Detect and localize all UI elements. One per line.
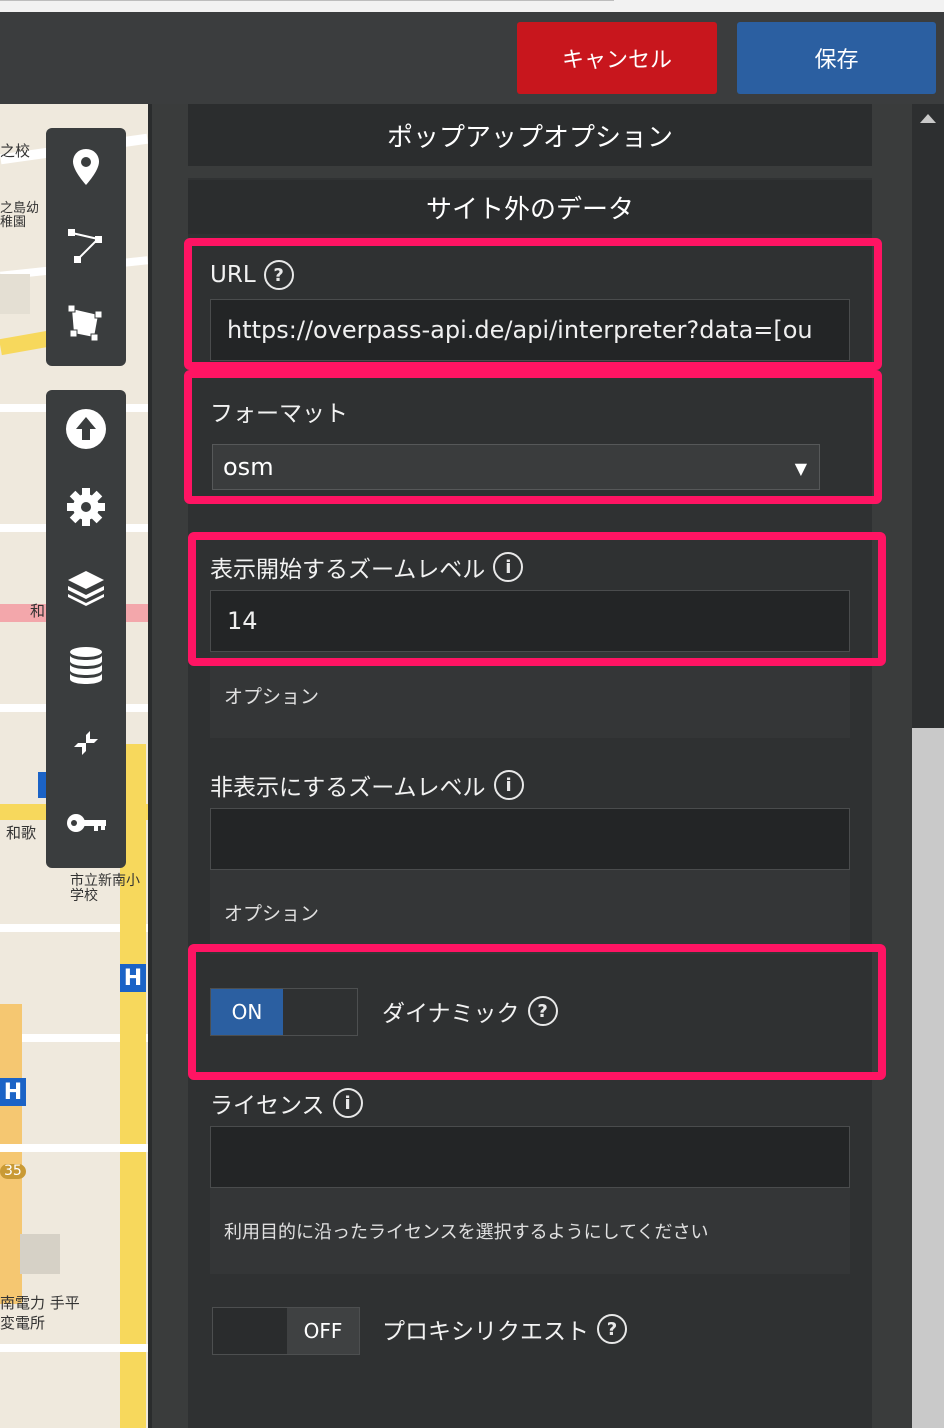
proxy-label: プロキシリクエスト ? [382,1312,627,1346]
map-label: 之校 [0,142,31,160]
import-tool[interactable] [46,394,126,464]
map-label: 之島幼稚園 [0,201,40,230]
toggle-knob [213,1308,287,1354]
proxy-label-text: プロキシリクエスト [382,1319,589,1345]
polygon-tool[interactable] [46,288,126,358]
panel-scrollbar[interactable] [912,104,944,1428]
key-icon [67,814,106,832]
popup-options-header[interactable]: ポップアップオプション [188,104,872,166]
map-label: 和歌 [6,824,37,842]
zoom-hide-input[interactable] [210,808,850,870]
cancel-button[interactable]: キャンセル [517,22,717,94]
layers-tool[interactable] [46,552,126,622]
highlight-format [184,370,882,504]
scroll-up-icon[interactable] [920,114,936,123]
credentials-tool[interactable] [46,788,126,858]
info-icon[interactable]: i [493,770,524,800]
database-icon [70,647,102,684]
polyline-tool[interactable] [46,210,126,280]
highlight-url [184,238,882,370]
route-shield: 35 [0,1164,26,1179]
zoom-hide-label-text: 非表示にするズームレベル [210,775,486,801]
map-label: 南電力 手平 [0,1294,80,1312]
proxy-toggle[interactable]: OFF [212,1307,360,1355]
draw-toolbar [46,128,126,366]
save-button[interactable]: 保存 [737,22,936,94]
settings-tool[interactable] [46,472,126,542]
zoom-hide-label: 非表示にするズームレベル i [210,768,524,802]
gear-icon [67,488,105,526]
highlight-dynamic [188,944,886,1080]
hospital-marker: H [120,964,146,992]
license-label-text: ライセンス [210,1093,325,1119]
license-label: ライセンス i [210,1086,363,1120]
external-data-header[interactable]: サイト外のデータ [188,178,872,234]
help-question-icon[interactable]: ? [597,1314,627,1344]
polygon-icon [67,304,103,342]
layers-icon [68,571,104,606]
map-actions-toolbar [46,390,126,868]
upload-icon [66,409,106,449]
map-label: 市立新南小学校 [70,873,140,904]
map-pin-icon [73,149,99,185]
hospital-marker: H [0,1078,26,1106]
map-label: 和 [30,602,46,620]
data-tool[interactable] [46,630,126,700]
browser-top-strip [0,0,944,12]
license-help: 利用目的に沿ったライセンスを選択するようにしてください [210,1188,850,1274]
zoom-hide-help: オプション [210,870,850,954]
center-tool[interactable] [46,708,126,778]
edit-header: キャンセル 保存 [0,12,944,104]
collapse-arrows-icon [68,725,104,761]
toggle-off-state: OFF [287,1308,359,1354]
license-input[interactable] [210,1126,850,1188]
scrollbar-thumb[interactable] [912,728,944,1428]
highlight-zoom-start [188,532,886,666]
map-label: 変電所 [0,1314,46,1332]
info-icon[interactable]: i [332,1088,363,1118]
polyline-icon [68,229,102,263]
marker-tool[interactable] [46,132,126,202]
